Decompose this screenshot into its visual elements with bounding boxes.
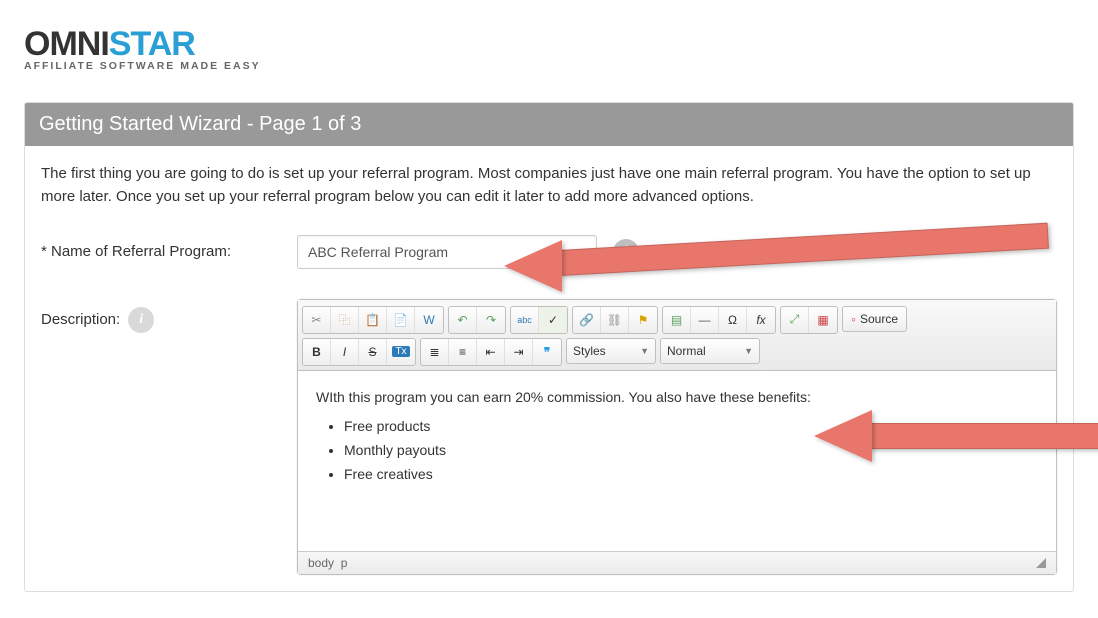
description-label: Description: i [41, 299, 297, 333]
math-button[interactable]: fx [747, 307, 775, 333]
logo-tagline: AFFILIATE SOFTWARE MADE EASY [24, 60, 1074, 72]
remove-format-button[interactable]: Tx [387, 339, 415, 365]
wizard-card: Getting Started Wizard - Page 1 of 3 The… [24, 102, 1074, 592]
description-row: Description: i ✂ ⿻ 📋 📄 [41, 299, 1057, 575]
anchor-button[interactable]: ⚑ [629, 307, 657, 333]
source-label: Source [860, 312, 898, 326]
description-label-text: Description: [41, 311, 120, 328]
undo-button[interactable]: ↶ [449, 307, 477, 333]
editor-intro-line: WIth this program you can earn 20% commi… [316, 387, 1038, 408]
blockquote-button[interactable]: ❞ [533, 339, 561, 365]
copy-button[interactable]: ⿻ [331, 307, 359, 333]
format-select[interactable]: Normal ▼ [660, 338, 760, 364]
rich-text-editor: ✂ ⿻ 📋 📄 W ↶ ↷ [297, 299, 1057, 575]
chevron-down-icon: ▼ [744, 346, 753, 356]
showblocks-button[interactable]: ▦ [809, 307, 837, 333]
intro-text: The first thing you are going to do is s… [41, 162, 1057, 209]
element-path[interactable]: body p [308, 556, 347, 570]
info-icon[interactable]: i [128, 307, 154, 333]
logo-accent: STAR [109, 25, 195, 63]
link-button[interactable]: 🔗 [573, 307, 601, 333]
bold-button[interactable]: B [303, 339, 331, 365]
indent-button[interactable]: ⇥ [505, 339, 533, 365]
name-label: * Name of Referral Program: [41, 235, 297, 260]
styles-select[interactable]: Styles ▼ [566, 338, 656, 364]
paste-word-button[interactable]: W [415, 307, 443, 333]
program-name-input[interactable] [297, 235, 597, 269]
source-button[interactable]: ◦ Source [842, 306, 907, 332]
maximize-button[interactable]: ⤢ [781, 307, 809, 333]
format-select-label: Normal [667, 344, 706, 358]
spellcheck-auto-button[interactable]: ✓ [539, 307, 567, 333]
brand-logo: OMNISTAR AFFILIATE SOFTWARE MADE EASY [24, 10, 1074, 102]
bulleted-list-button[interactable]: ≣ [421, 339, 449, 365]
list-item: Free products [344, 416, 1038, 437]
name-row: * Name of Referral Program: i [41, 235, 1057, 269]
source-icon: ◦ [851, 311, 856, 327]
paste-text-button[interactable]: 📄 [387, 307, 415, 333]
list-item: Free creatives [344, 464, 1038, 485]
editor-toolbar: ✂ ⿻ 📋 📄 W ↶ ↷ [298, 300, 1056, 371]
info-icon[interactable]: i [613, 239, 639, 265]
redo-button[interactable]: ↷ [477, 307, 505, 333]
outdent-button[interactable]: ⇤ [477, 339, 505, 365]
specialchar-button[interactable]: Ω [719, 307, 747, 333]
logo-main: OMNI [24, 25, 109, 63]
card-title: Getting Started Wizard - Page 1 of 3 [25, 103, 1073, 146]
italic-button[interactable]: I [331, 339, 359, 365]
numbered-list-button[interactable]: ≡ [449, 339, 477, 365]
unlink-button[interactable]: ⛓ [601, 307, 629, 333]
editor-footer: body p [298, 551, 1056, 574]
editor-content-area[interactable]: WIth this program you can earn 20% commi… [298, 371, 1056, 551]
hr-button[interactable]: — [691, 307, 719, 333]
resize-handle[interactable] [1036, 558, 1046, 568]
styles-select-label: Styles [573, 344, 606, 358]
strike-button[interactable]: S [359, 339, 387, 365]
list-item: Monthly payouts [344, 440, 1038, 461]
chevron-down-icon: ▼ [640, 346, 649, 356]
image-button[interactable]: ▤ [663, 307, 691, 333]
paste-button[interactable]: 📋 [359, 307, 387, 333]
spellcheck-button[interactable]: abc [511, 307, 539, 333]
editor-bullet-list: Free products Monthly payouts Free creat… [344, 416, 1038, 485]
cut-button[interactable]: ✂ [303, 307, 331, 333]
